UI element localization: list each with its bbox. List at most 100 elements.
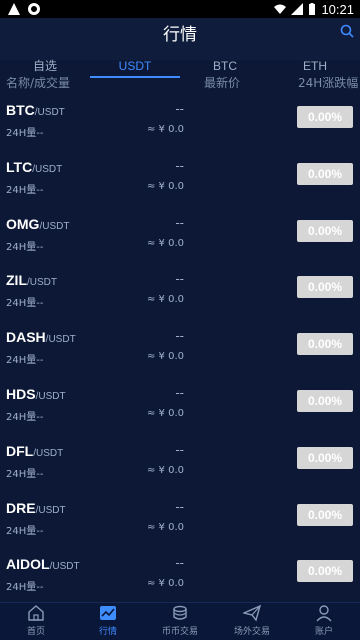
market-row[interactable]: ZIL/USDT 24H量-- -- ≈ ¥ 0.0 0.00% <box>0 264 360 321</box>
signal-icon <box>291 3 304 15</box>
base-symbol: BTC <box>6 102 35 118</box>
market-row[interactable]: BTC/USDT 24H量-- -- ≈ ¥ 0.0 0.00% <box>0 94 360 151</box>
change-badge[interactable]: 0.00% <box>297 106 353 128</box>
nav-otc-trade-label: 场外交易 <box>233 627 270 637</box>
market-row[interactable]: DFL/USDT 24H量-- -- ≈ ¥ 0.0 0.00% <box>0 435 360 492</box>
last-price: -- <box>175 215 184 230</box>
price-cny: ≈ ¥ 0.0 <box>146 180 184 192</box>
last-price: -- <box>175 499 184 514</box>
market-list: BTC/USDT 24H量-- -- ≈ ¥ 0.0 0.00% LTC/USDT 24H量… <box>0 94 360 605</box>
pair-name: DASH/USDT <box>6 329 76 345</box>
app-notification-icon <box>28 3 40 15</box>
quote-symbol: /USDT <box>34 107 65 118</box>
change-badge[interactable]: 0.00% <box>297 560 353 583</box>
quote-symbol: /USDT <box>33 447 64 459</box>
nav-account[interactable]: 账户 <box>288 603 360 640</box>
pair-name: HDS/USDT <box>6 386 66 402</box>
nav-account-label: 账户 <box>314 627 333 637</box>
base-symbol: HDS <box>6 385 36 402</box>
header: 行情 自选 USDT BTC ETH <box>0 18 360 78</box>
last-price: -- <box>175 556 184 571</box>
volume-24h: 24H量-- <box>6 128 44 139</box>
quote-symbol: /USDT <box>32 163 63 175</box>
last-price: -- <box>175 329 184 344</box>
clock: 10:21 <box>321 1 354 17</box>
nav-otc-trade[interactable]: 场外交易 <box>216 603 288 640</box>
nav-spot-trade[interactable]: 币币交易 <box>144 603 216 640</box>
volume-24h: 24H量-- <box>6 582 44 594</box>
base-symbol: AIDOL <box>6 556 50 573</box>
base-symbol: ZIL <box>6 272 27 289</box>
change-badge[interactable]: 0.00% <box>297 503 353 526</box>
volume-24h: 24H量-- <box>6 184 44 196</box>
paper-plane-icon <box>243 604 261 622</box>
last-price: -- <box>175 102 184 116</box>
price-cny: ≈ ¥ 0.0 <box>146 124 184 135</box>
change-badge[interactable]: 0.00% <box>297 276 353 299</box>
quote-symbol: /USDT <box>45 334 76 346</box>
volume-24h: 24H量-- <box>6 355 44 367</box>
change-badge[interactable]: 0.00% <box>297 219 353 242</box>
nav-market-label: 行情 <box>98 627 117 637</box>
status-bar: 10:21 <box>0 0 360 18</box>
market-row[interactable]: AIDOL/USDT 24H量-- -- ≈ ¥ 0.0 0.00% <box>0 548 360 605</box>
chart-icon <box>100 606 116 620</box>
battery-icon <box>309 3 316 15</box>
nav-market[interactable]: 行情 <box>72 603 144 640</box>
pair-name: LTC/USDT <box>6 159 62 175</box>
price-cny: ≈ ¥ 0.0 <box>146 294 184 306</box>
volume-24h: 24H量-- <box>6 525 44 537</box>
price-cny: ≈ ¥ 0.0 <box>146 578 184 590</box>
market-row[interactable]: OMG/USDT 24H量-- -- ≈ ¥ 0.0 0.00% <box>0 208 360 265</box>
column-change: 24H涨跌幅 <box>298 76 359 90</box>
volume-24h: 24H量-- <box>6 241 44 253</box>
column-last-price: 最新价 <box>204 76 241 90</box>
change-badge[interactable]: 0.00% <box>297 162 353 185</box>
change-badge[interactable]: 0.00% <box>297 333 353 356</box>
user-icon <box>316 605 332 622</box>
change-badge[interactable]: 0.00% <box>297 446 353 469</box>
base-symbol: DRE <box>6 499 36 516</box>
quote-symbol: /USDT <box>35 504 66 516</box>
pair-name: DRE/USDT <box>6 500 66 516</box>
page-title: 行情 <box>163 25 197 45</box>
nav-spot-trade-label: 币币交易 <box>161 627 198 637</box>
change-badge[interactable]: 0.00% <box>297 389 353 412</box>
base-symbol: LTC <box>6 158 33 175</box>
quote-symbol: /USDT <box>27 277 57 289</box>
market-row[interactable]: LTC/USDT 24H量-- -- ≈ ¥ 0.0 0.00% <box>0 151 360 208</box>
base-symbol: OMG <box>6 215 40 232</box>
base-symbol: DFL <box>6 442 34 459</box>
price-cny: ≈ ¥ 0.0 <box>146 351 184 363</box>
last-price: -- <box>175 158 184 173</box>
volume-24h: 24H量-- <box>6 468 44 480</box>
market-row[interactable]: HDS/USDT 24H量-- -- ≈ ¥ 0.0 0.00% <box>0 378 360 435</box>
column-headers: 名称/成交量 最新价 24H涨跌幅 <box>0 70 360 90</box>
quote-symbol: /USDT <box>35 390 66 402</box>
home-icon <box>28 605 44 621</box>
base-symbol: DASH <box>6 329 46 346</box>
wifi-icon <box>274 4 287 14</box>
coins-icon <box>173 605 187 620</box>
notification-icon <box>8 3 20 15</box>
nav-home-label: 首页 <box>26 627 45 637</box>
market-row[interactable]: DASH/USDT 24H量-- -- ≈ ¥ 0.0 0.00% <box>0 321 360 378</box>
price-cny: ≈ ¥ 0.0 <box>146 237 184 249</box>
volume-24h: 24H量-- <box>6 411 44 423</box>
price-cny: ≈ ¥ 0.0 <box>146 464 184 476</box>
market-row[interactable]: DRE/USDT 24H量-- -- ≈ ¥ 0.0 0.00% <box>0 492 360 549</box>
search-icon[interactable] <box>340 24 354 38</box>
quote-symbol: /USDT <box>49 561 80 573</box>
price-cny: ≈ ¥ 0.0 <box>146 521 184 533</box>
pair-name: BTC/USDT <box>6 102 65 118</box>
last-price: -- <box>175 442 184 457</box>
quote-symbol: /USDT <box>39 220 70 232</box>
pair-name: ZIL/USDT <box>6 272 57 288</box>
last-price: -- <box>175 385 184 400</box>
pair-name: DFL/USDT <box>6 443 63 459</box>
volume-24h: 24H量-- <box>6 298 44 310</box>
pair-name: AIDOL/USDT <box>6 556 80 572</box>
nav-home[interactable]: 首页 <box>0 603 72 640</box>
price-cny: ≈ ¥ 0.0 <box>146 407 184 419</box>
pair-name: OMG/USDT <box>6 216 69 232</box>
